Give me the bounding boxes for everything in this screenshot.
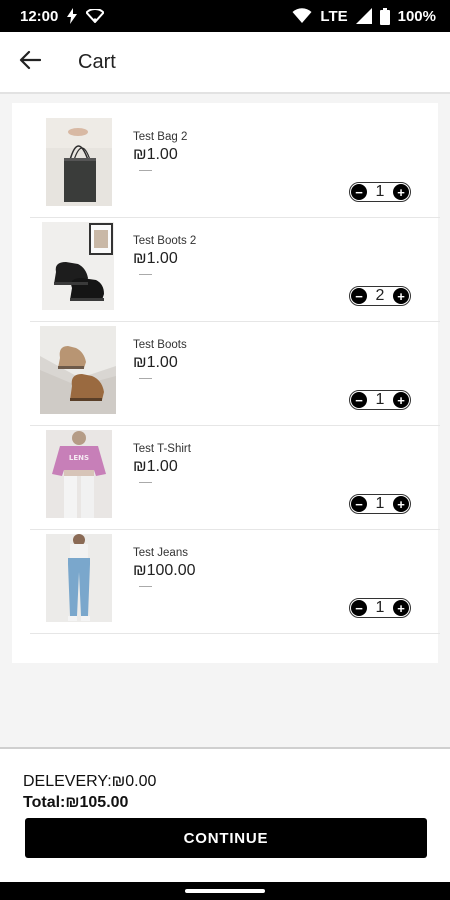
decrease-quantity-button[interactable]: − (351, 600, 367, 616)
home-gesture-handle[interactable] (185, 889, 265, 893)
quantity-value: 2 (375, 287, 385, 304)
item-name: Test T-Shirt (133, 443, 191, 455)
item-price: ₪100.00 (133, 562, 196, 579)
cart-item: Test Jeans ₪100.00 − 1 + (30, 530, 440, 634)
item-name: Test Boots 2 (133, 235, 197, 247)
cart-list: Test Bag 2 ₪1.00 − 1 + Test Boots 2 ₪1.0… (12, 103, 440, 663)
black-boots-photo (42, 222, 114, 310)
app-bar: Cart (0, 32, 450, 94)
cart-item: Test Boots 2 ₪1.00 − 2 + (30, 218, 440, 322)
network-type: LTE (320, 7, 348, 25)
decrease-quantity-button[interactable]: − (351, 184, 367, 200)
system-nav-bar (0, 882, 450, 900)
battery-level: 100% (397, 7, 436, 25)
item-name: Test Bag 2 (133, 131, 188, 143)
pink-sweatshirt-photo: LENS (46, 430, 112, 518)
quantity-stepper: − 1 + (349, 390, 411, 410)
svg-text:LENS: LENS (69, 454, 89, 462)
quantity-stepper: − 2 + (349, 286, 411, 306)
item-name: Test Boots (133, 339, 187, 351)
decrease-quantity-button[interactable]: − (351, 392, 367, 408)
item-price: ₪1.00 (133, 146, 178, 163)
continue-button[interactable]: CONTINUE (25, 818, 427, 858)
increase-quantity-button[interactable]: + (393, 184, 409, 200)
cart-item: Test Bag 2 ₪1.00 − 1 + (30, 114, 440, 218)
tote-bag-photo (46, 118, 112, 206)
increase-quantity-button[interactable]: + (393, 496, 409, 512)
blue-jeans-photo (46, 534, 112, 622)
page-title: Cart (78, 50, 116, 73)
checkout-panel: DELEVERY:₪0.00 Total:₪105.00 CONTINUE (0, 747, 450, 882)
item-price: ₪1.00 (133, 250, 178, 267)
signal-icon (355, 8, 372, 24)
quantity-value: 1 (375, 183, 385, 200)
quantity-value: 1 (375, 495, 385, 512)
status-time: 12:00 (20, 7, 59, 25)
wifi-icon (292, 8, 312, 24)
item-name: Test Jeans (133, 547, 188, 559)
quantity-value: 1 (375, 599, 385, 616)
quantity-value: 1 (375, 391, 385, 408)
back-button[interactable] (0, 31, 60, 93)
item-price: ₪1.00 (133, 458, 178, 475)
delivery-fee: DELEVERY:₪0.00 (23, 773, 157, 790)
increase-quantity-button[interactable]: + (393, 600, 409, 616)
divider (139, 274, 152, 275)
divider (139, 170, 152, 171)
wifi-small-icon (86, 9, 105, 23)
battery-icon (379, 7, 390, 25)
divider (139, 482, 152, 483)
quantity-stepper: − 1 + (349, 182, 411, 202)
item-price: ₪1.00 (133, 354, 178, 371)
order-total: Total:₪105.00 (23, 794, 129, 811)
quantity-stepper: − 1 + (349, 598, 411, 618)
status-bar: 12:00 LTE 100% (0, 0, 450, 32)
divider (139, 378, 152, 379)
flash-icon (66, 8, 78, 24)
increase-quantity-button[interactable]: + (393, 288, 409, 304)
brown-boots-photo (40, 326, 116, 414)
arrow-left-icon (19, 50, 42, 75)
cart-item: Test Boots ₪1.00 − 1 + (30, 322, 440, 426)
cart-item: LENS Test T-Shirt ₪1.00 − 1 + (30, 426, 440, 530)
decrease-quantity-button[interactable]: − (351, 288, 367, 304)
decrease-quantity-button[interactable]: − (351, 496, 367, 512)
increase-quantity-button[interactable]: + (393, 392, 409, 408)
divider (139, 586, 152, 587)
quantity-stepper: − 1 + (349, 494, 411, 514)
